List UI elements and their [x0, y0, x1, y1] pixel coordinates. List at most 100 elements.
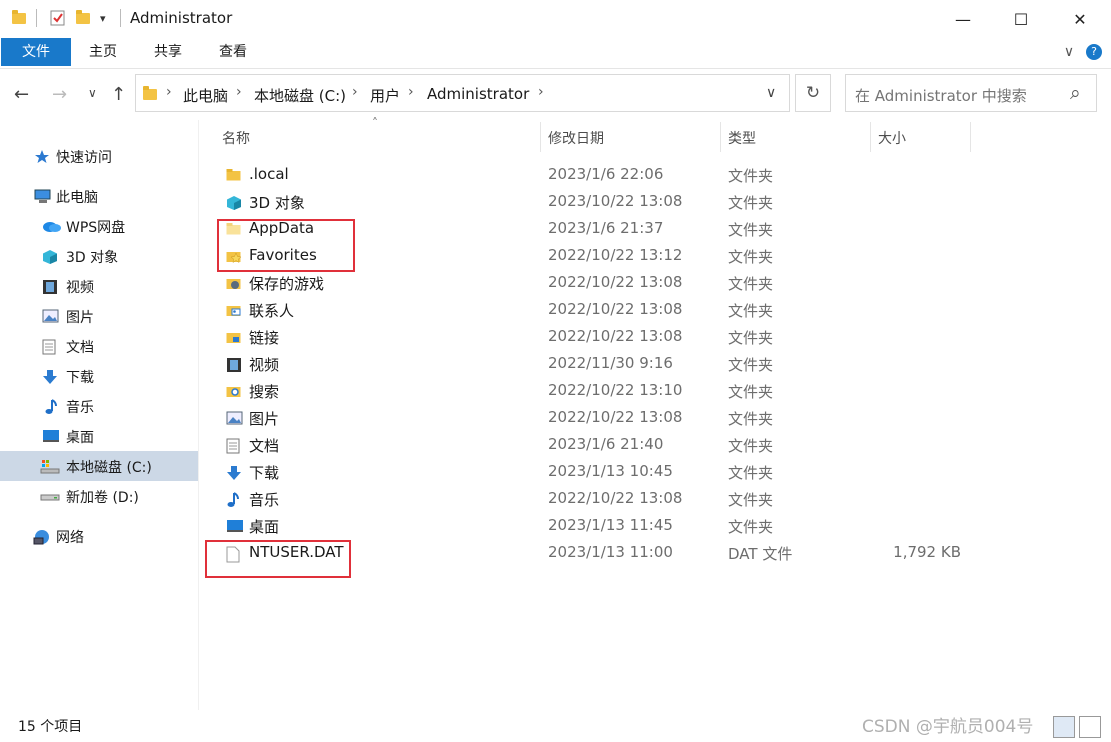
- column-header-name[interactable]: 名称: [222, 128, 250, 148]
- sidebar-item-label: 文档: [66, 340, 94, 356]
- file-name: 联系人: [249, 302, 295, 320]
- table-row[interactable]: 图片 2022/10/22 13:08 文件夹: [220, 404, 980, 431]
- properties-icon[interactable]: [50, 10, 66, 26]
- file-name: 文档: [249, 437, 280, 455]
- large-icons-view-button[interactable]: [1079, 716, 1101, 738]
- table-row[interactable]: 3D 对象 2023/10/22 13:08 文件夹: [220, 188, 980, 215]
- back-button[interactable]: ←: [14, 84, 29, 105]
- file-date: 2023/1/13 11:00: [548, 543, 673, 561]
- tab-file[interactable]: 文件: [1, 38, 71, 66]
- table-row[interactable]: 保存的游戏 2022/10/22 13:08 文件夹: [220, 269, 980, 296]
- file-date: 2022/10/22 13:08: [548, 489, 683, 507]
- sort-ascending-icon: ˄: [372, 116, 378, 130]
- address-dropdown-icon[interactable]: ∨: [766, 85, 776, 101]
- ribbon-tabs: 文件 主页 共享 查看 ∨ ?: [0, 38, 1111, 69]
- sidebar-item-videos[interactable]: 视频: [0, 271, 198, 301]
- sidebar-item-network[interactable]: 网络: [0, 521, 198, 551]
- sidebar-item-label: 本地磁盘 (C:): [66, 460, 152, 476]
- sidebar-item-music[interactable]: 音乐: [0, 391, 198, 421]
- file-name: 保存的游戏: [249, 275, 325, 293]
- file-date: 2022/11/30 9:16: [548, 354, 673, 372]
- new-folder-icon[interactable]: [76, 10, 92, 26]
- table-row[interactable]: 联系人 2022/10/22 13:08 文件夹: [220, 296, 980, 323]
- column-divider[interactable]: [970, 122, 971, 152]
- quick-access-dropdown-icon[interactable]: ▾: [100, 12, 106, 25]
- tab-view[interactable]: 查看: [208, 38, 258, 66]
- refresh-button[interactable]: ↻: [795, 74, 831, 112]
- up-button[interactable]: ↑: [111, 84, 126, 105]
- column-divider[interactable]: [540, 122, 541, 152]
- file-name: 音乐: [249, 491, 280, 509]
- breadcrumb-users[interactable]: 用户: [370, 85, 400, 106]
- sidebar-item-label: 图片: [66, 310, 94, 326]
- table-row[interactable]: 下载 2023/1/13 10:45 文件夹: [220, 458, 980, 485]
- recent-locations-button[interactable]: ∨: [88, 86, 97, 100]
- highlight-box: [205, 540, 351, 578]
- sidebar-item-local-disk-c[interactable]: 本地磁盘 (C:): [0, 451, 198, 481]
- folder-icon: [12, 10, 28, 26]
- picture-icon: [226, 411, 243, 425]
- column-divider[interactable]: [720, 122, 721, 152]
- tab-home[interactable]: 主页: [78, 38, 128, 66]
- breadcrumb-this-pc[interactable]: 此电脑: [183, 85, 228, 106]
- address-bar[interactable]: › 此电脑 › 本地磁盘 (C:) › 用户 › Administrator ›…: [135, 74, 790, 112]
- column-header-size[interactable]: 大小: [878, 128, 906, 148]
- file-name: 搜索: [249, 383, 280, 401]
- search-box[interactable]: 在 Administrator 中搜索 ⌕: [845, 74, 1097, 112]
- table-row[interactable]: 桌面 2023/1/13 11:45 文件夹: [220, 512, 980, 539]
- search-icon[interactable]: ⌕: [1070, 82, 1081, 104]
- sidebar-item-label: WPS网盘: [66, 220, 126, 236]
- breadcrumb-administrator[interactable]: Administrator: [427, 85, 529, 103]
- file-type: 文件夹: [728, 491, 774, 509]
- table-row[interactable]: 文档 2023/1/6 21:40 文件夹: [220, 431, 980, 458]
- table-row[interactable]: .local 2023/1/6 22:06 文件夹: [220, 161, 980, 188]
- breadcrumb-separator[interactable]: ›: [236, 84, 242, 100]
- minimize-button[interactable]: —: [933, 0, 993, 38]
- tab-share[interactable]: 共享: [143, 38, 193, 66]
- forward-button[interactable]: →: [52, 84, 67, 105]
- file-type: 文件夹: [728, 383, 774, 401]
- file-name: 视频: [249, 356, 280, 374]
- table-row[interactable]: 音乐 2022/10/22 13:08 文件夹: [220, 485, 980, 512]
- sidebar-item-this-pc[interactable]: 此电脑: [0, 181, 198, 211]
- sidebar-item-documents[interactable]: 文档: [0, 331, 198, 361]
- sidebar-item-label: 网络: [56, 530, 84, 546]
- table-row[interactable]: 链接 2022/10/22 13:08 文件夹: [220, 323, 980, 350]
- breadcrumb-separator[interactable]: ›: [538, 84, 544, 100]
- breadcrumb-separator[interactable]: ›: [352, 84, 358, 100]
- breadcrumb-separator[interactable]: ›: [166, 84, 172, 100]
- file-date: 2022/10/22 13:08: [548, 408, 683, 426]
- sidebar-item-wps-cloud[interactable]: WPS网盘: [0, 211, 198, 241]
- maximize-button[interactable]: ☐: [991, 0, 1051, 38]
- window-title: Administrator: [130, 9, 233, 27]
- close-button[interactable]: ✕: [1050, 0, 1110, 38]
- sidebar-item-desktop[interactable]: 桌面: [0, 421, 198, 451]
- search-folder-icon: [226, 384, 241, 397]
- column-header-type[interactable]: 类型: [728, 128, 756, 148]
- table-row[interactable]: 视频 2022/11/30 9:16 文件夹: [220, 350, 980, 377]
- table-row[interactable]: 搜索 2022/10/22 13:10 文件夹: [220, 377, 980, 404]
- help-icon[interactable]: ?: [1086, 44, 1102, 60]
- navigation-pane: 快速访问 此电脑 WPS网盘 3D 对象 视频 图片 文档 下载 音乐 桌面 本…: [0, 120, 198, 710]
- sidebar-item-new-volume-d[interactable]: 新加卷 (D:): [0, 481, 198, 511]
- sidebar-item-downloads[interactable]: 下载: [0, 361, 198, 391]
- sidebar-item-pictures[interactable]: 图片: [0, 301, 198, 331]
- column-divider[interactable]: [870, 122, 871, 152]
- desktop-icon: [226, 519, 243, 532]
- search-input[interactable]: 在 Administrator 中搜索: [855, 85, 1027, 106]
- music-icon: [44, 399, 60, 414]
- details-view-button[interactable]: [1053, 716, 1075, 738]
- pane-divider[interactable]: [198, 120, 199, 710]
- sidebar-item-3d-objects[interactable]: 3D 对象: [0, 241, 198, 271]
- file-type: 文件夹: [728, 518, 774, 536]
- breadcrumb-local-disk[interactable]: 本地磁盘 (C:): [254, 85, 346, 106]
- ribbon-expand-icon[interactable]: ∨: [1058, 38, 1080, 66]
- sidebar-item-label: 此电脑: [56, 190, 98, 206]
- file-name: 3D 对象: [249, 194, 305, 212]
- sidebar-item-quick-access[interactable]: 快速访问: [0, 141, 198, 171]
- file-date: 2022/10/22 13:08: [548, 300, 683, 318]
- drive-icon: [40, 489, 60, 503]
- breadcrumb-separator[interactable]: ›: [408, 84, 414, 100]
- file-type: 文件夹: [728, 194, 774, 212]
- column-header-date[interactable]: 修改日期: [548, 128, 604, 148]
